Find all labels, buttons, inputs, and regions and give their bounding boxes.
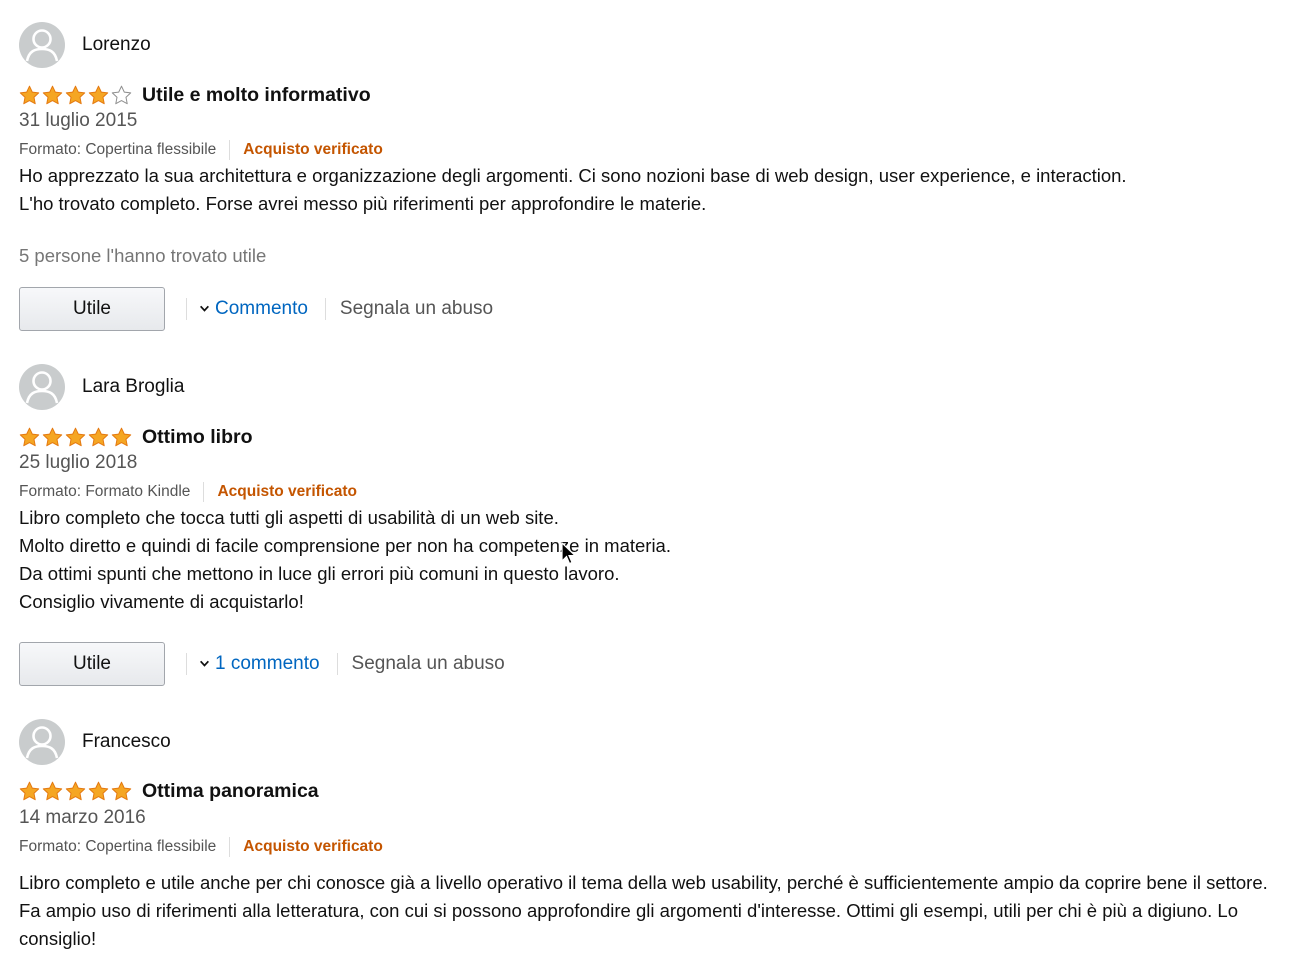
star-full-icon bbox=[65, 85, 86, 104]
format-label[interactable]: Formato: Copertina flessibile bbox=[19, 141, 216, 159]
review-title[interactable]: Ottimo libro bbox=[142, 426, 253, 449]
star-full-icon bbox=[19, 85, 40, 104]
review-body: Libro completo e utile anche per chi con… bbox=[19, 869, 1289, 953]
reviewer-name[interactable]: Lorenzo bbox=[82, 34, 151, 56]
comment-link-label: Commento bbox=[215, 297, 308, 319]
star-full-icon bbox=[88, 85, 109, 104]
verified-purchase-badge: Acquisto verificato bbox=[243, 838, 383, 855]
divider bbox=[336, 652, 338, 675]
avatar-icon bbox=[19, 22, 65, 68]
mouse-cursor-icon bbox=[561, 542, 577, 565]
helpful-button[interactable]: Utile bbox=[19, 641, 165, 686]
verified-purchase-badge: Acquisto verificato bbox=[243, 141, 383, 158]
verified-purchase-badge: Acquisto verificato bbox=[217, 483, 357, 500]
review-text-line: Ho apprezzato la sua architettura e orga… bbox=[19, 165, 1127, 186]
star-empty-icon bbox=[111, 85, 132, 104]
star-full-icon bbox=[65, 781, 86, 800]
helpful-count: 5 persone l'hanno trovato utile bbox=[19, 245, 267, 266]
divider bbox=[203, 482, 205, 502]
star-full-icon bbox=[42, 427, 63, 446]
divider bbox=[229, 837, 231, 857]
review-meta: Formato: Formato Kindle Acquisto verific… bbox=[19, 482, 357, 502]
comment-link-label: 1 commento bbox=[215, 652, 320, 674]
reviewer-name[interactable]: Lara Broglia bbox=[82, 376, 184, 398]
avatar-icon bbox=[19, 719, 65, 765]
star-full-icon bbox=[42, 781, 63, 800]
review-title[interactable]: Ottima panoramica bbox=[142, 780, 319, 803]
report-abuse-link[interactable]: Segnala un abuso bbox=[340, 298, 493, 320]
review-actions: Utile 1 commento Segnala un abuso bbox=[19, 641, 505, 686]
review-date: 25 luglio 2018 bbox=[19, 452, 138, 473]
reviewer-profile[interactable]: Lorenzo bbox=[19, 22, 151, 68]
review-3: Francesco Ottima panoramica 14 marzo 201… bbox=[19, 719, 1289, 970]
review-meta: Formato: Copertina flessibile Acquisto v… bbox=[19, 837, 383, 857]
review-body: Ho apprezzato la sua architettura e orga… bbox=[19, 162, 1127, 218]
rating-row: Ottima panoramica bbox=[19, 778, 319, 804]
star-rating[interactable] bbox=[19, 427, 132, 448]
comment-link[interactable]: 1 commento bbox=[199, 653, 320, 675]
reviewer-profile[interactable]: Francesco bbox=[19, 719, 171, 765]
star-full-icon bbox=[88, 781, 109, 800]
review-meta: Formato: Copertina flessibile Acquisto v… bbox=[19, 140, 383, 160]
reviewer-name[interactable]: Francesco bbox=[82, 731, 171, 753]
star-rating[interactable] bbox=[19, 781, 132, 802]
review-text-line: Libro completo che tocca tutti gli aspet… bbox=[19, 507, 559, 528]
divider bbox=[186, 297, 187, 320]
star-full-icon bbox=[42, 85, 63, 104]
star-full-icon bbox=[19, 427, 40, 446]
star-full-icon bbox=[19, 781, 40, 800]
review-text-line: Libro completo e utile anche per chi con… bbox=[19, 872, 1268, 949]
review-text-line: Consiglio vivamente di acquistarlo! bbox=[19, 591, 304, 612]
divider bbox=[186, 652, 187, 675]
divider bbox=[229, 140, 231, 160]
star-rating[interactable] bbox=[19, 85, 132, 106]
star-full-icon bbox=[88, 427, 109, 446]
reviewer-profile[interactable]: Lara Broglia bbox=[19, 364, 184, 410]
review-date: 31 luglio 2015 bbox=[19, 110, 138, 131]
format-label[interactable]: Formato: Copertina flessibile bbox=[19, 838, 216, 856]
review-title[interactable]: Utile e molto informativo bbox=[142, 84, 371, 107]
helpful-button[interactable]: Utile bbox=[19, 286, 165, 331]
star-full-icon bbox=[111, 781, 132, 800]
review-date: 14 marzo 2016 bbox=[19, 807, 146, 828]
rating-row: Ottimo libro bbox=[19, 424, 253, 450]
avatar-icon bbox=[19, 364, 65, 410]
format-label[interactable]: Formato: Formato Kindle bbox=[19, 483, 190, 501]
rating-row: Utile e molto informativo bbox=[19, 82, 371, 108]
chevron-down-icon bbox=[200, 305, 209, 312]
star-full-icon bbox=[65, 427, 86, 446]
review-text-line: L'ho trovato completo. Forse avrei messo… bbox=[19, 193, 707, 214]
chevron-down-icon bbox=[200, 660, 209, 667]
divider bbox=[324, 297, 326, 320]
review-actions: Utile Commento Segnala un abuso bbox=[19, 286, 493, 331]
report-abuse-link[interactable]: Segnala un abuso bbox=[352, 653, 505, 675]
review-1: Lorenzo Utile e molto informativo 31 lug… bbox=[19, 22, 1289, 332]
comment-link[interactable]: Commento bbox=[199, 298, 308, 320]
star-full-icon bbox=[111, 427, 132, 446]
review-2: Lara Broglia Ottimo libro 25 luglio 2018… bbox=[19, 364, 1289, 688]
